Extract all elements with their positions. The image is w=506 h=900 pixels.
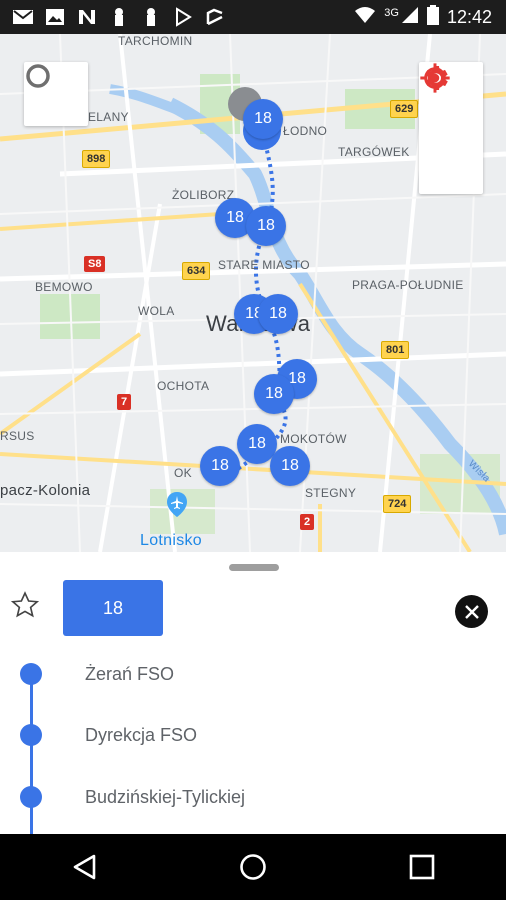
stop-item[interactable]: Dyrekcja FSO [20,720,500,750]
map-label-mokotow: MOKOTÓW [280,432,347,446]
stop-name: Budzińskiej-Tylickiej [85,787,246,807]
vehicle-cluster[interactable]: 18 [254,374,294,414]
map-label-wola: WOLA [138,304,175,318]
map-label-ochota: OCHOTA [157,379,210,393]
line-number-chip[interactable]: 18 [63,580,163,636]
close-button[interactable] [455,595,488,628]
recents-button[interactable] [392,842,452,892]
sheet-drag-handle[interactable] [229,564,279,571]
stop-dot [20,724,42,746]
stop-item[interactable]: Żerań FSO [20,659,500,689]
map-controls [419,62,483,194]
stop-name: Żerań FSO [85,664,175,684]
battery-icon [426,4,439,30]
map-label-bielany: ELANY [88,110,129,124]
map-view[interactable]: TARCHOMIN ELANY ŁODNO TARGÓWEK ŻOLIBORZ … [0,34,506,552]
vehicle-cluster[interactable]: 18 [200,446,240,486]
photos-icon [44,7,66,27]
map-label-targowek: TARGÓWEK [338,145,410,159]
crosshair-icon [420,63,450,93]
keyhole-icon [108,7,130,27]
vehicle-cluster[interactable]: 18 [246,206,286,246]
back-icon [74,854,96,880]
road-badge-s8: S8 [84,256,106,272]
map-label-praga: PRAGA-POŁUDNIE [352,278,464,292]
n-app-icon [76,7,98,27]
map-label-okecie: OK [174,466,192,480]
stop-dot [20,663,42,685]
keyhole-icon [140,7,162,27]
road-badge-898: 898 [82,150,111,168]
road-badge-801: 801 [381,341,410,359]
map-label-opacz: pacz-Kolonia [0,482,91,499]
map-label-bemowo: BEMOWO [35,280,93,294]
back-button[interactable] [54,842,114,892]
map-label-tarchomin: TARCHOMIN [118,34,193,48]
signal-icon [401,6,419,29]
stop-item[interactable]: Budzińskiej-Tylickiej [20,782,500,812]
clock: 12:42 [446,6,492,27]
road-badge-634: 634 [182,262,211,280]
home-button[interactable] [223,842,283,892]
road-badge-629: 629 [390,100,419,118]
favorite-button[interactable] [10,590,40,625]
map-label-stare-miasto: STARE MIASTO [218,258,310,272]
close-icon [464,604,479,619]
road-badge-2: 2 [300,514,315,530]
navigation-bar [0,834,506,900]
map-label-stegny: STEGNY [305,486,357,500]
track-toggle-button[interactable] [24,62,88,126]
status-bar: 3G 12:42 [0,0,506,34]
stop-name: Dyrekcja FSO [85,725,198,745]
vehicle-cluster[interactable]: 18 [270,446,310,486]
vehicle-cluster[interactable]: 18 [258,294,298,334]
recents-icon [409,854,434,880]
play-store-icon [172,7,194,27]
road-badge-7: 7 [117,394,132,410]
circle-icon [26,64,50,88]
road-badge-724: 724 [383,495,412,513]
gmail-icon [12,7,34,27]
home-icon [240,854,266,880]
wifi-icon [354,6,376,29]
network-type: 3G [384,7,399,19]
map-label-airport: Lotnisko [140,532,202,549]
map-label-bialoleka: ŁODNO [283,124,328,138]
delivery-icon [204,7,226,27]
map-label-ursus: RSUS [0,429,35,443]
vehicle-cluster[interactable]: 18 [243,99,283,139]
stop-dot [20,786,42,808]
star-icon [10,591,40,618]
